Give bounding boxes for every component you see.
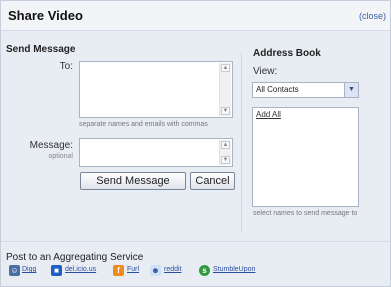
service-label[interactable]: Digg — [22, 266, 36, 273]
furl-icon: f — [113, 265, 124, 276]
service-label[interactable]: Furl — [127, 266, 139, 273]
title-bar: Share Video (close) — [1, 1, 390, 31]
to-field-scrollbar[interactable]: ▲ ▼ — [219, 63, 231, 116]
section-divider — [1, 241, 390, 242]
service-label[interactable]: del.icio.us — [65, 266, 96, 273]
address-book-hint: select names to send message to — [253, 210, 358, 217]
contacts-list[interactable]: Add All — [252, 107, 359, 207]
stumbleupon-icon: s — [199, 265, 210, 276]
reddit-icon: ☻ — [150, 265, 161, 276]
message-field-scrollbar[interactable]: ▲ ▼ — [219, 140, 231, 165]
delicious-icon: ■ — [51, 265, 62, 276]
share-video-dialog: Share Video (close) Send Message To: ▲ ▼… — [0, 0, 391, 287]
scroll-down-icon[interactable]: ▼ — [221, 156, 230, 164]
to-hint: separate names and emails with commas — [79, 121, 208, 128]
send-message-heading: Send Message — [6, 44, 76, 55]
view-select[interactable]: All Contacts ▼ — [252, 82, 359, 98]
message-field[interactable]: ▲ ▼ — [79, 138, 233, 167]
view-label: View: — [253, 66, 278, 77]
chevron-down-icon[interactable]: ▼ — [344, 83, 358, 97]
digg-icon: ☺ — [9, 265, 20, 276]
to-label: To: — [59, 61, 73, 72]
service-label[interactable]: StumbleUpon — [213, 266, 255, 273]
view-selected-value: All Contacts — [256, 85, 299, 94]
service-label[interactable]: reddit — [164, 266, 182, 273]
send-message-button[interactable]: Send Message — [80, 172, 186, 190]
scroll-down-icon[interactable]: ▼ — [221, 107, 230, 115]
message-label: Message: — [29, 140, 73, 151]
column-divider — [241, 53, 242, 233]
aggregating-heading: Post to an Aggregating Service — [6, 252, 144, 263]
close-link[interactable]: (close) — [359, 11, 386, 21]
add-all-link[interactable]: Add All — [256, 110, 281, 119]
dialog-title: Share Video — [8, 8, 83, 23]
address-book-heading: Address Book — [253, 48, 321, 59]
cancel-button[interactable]: Cancel — [190, 172, 235, 190]
scroll-up-icon[interactable]: ▲ — [221, 64, 230, 72]
to-field[interactable]: ▲ ▼ — [79, 61, 233, 118]
scroll-up-icon[interactable]: ▲ — [221, 141, 230, 149]
message-optional-label: optional — [48, 153, 73, 160]
